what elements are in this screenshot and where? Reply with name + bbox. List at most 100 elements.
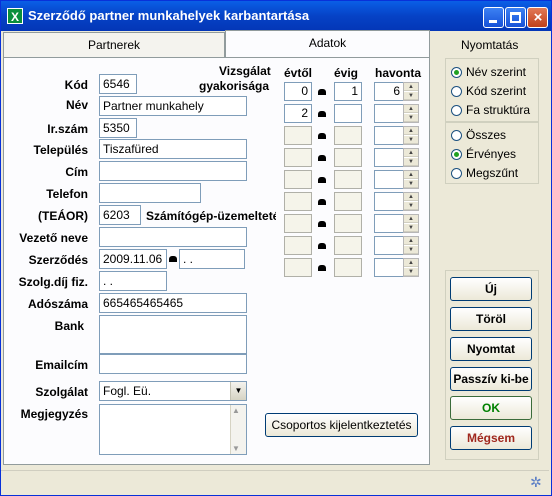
ok-button[interactable]: OK bbox=[450, 396, 532, 420]
spin-up-icon[interactable]: ▲ bbox=[404, 193, 418, 201]
adoszam-label: Adószáma bbox=[27, 297, 88, 311]
evtol-field[interactable] bbox=[284, 236, 312, 255]
havonta-field[interactable] bbox=[374, 126, 404, 145]
bank-field[interactable] bbox=[99, 315, 247, 354]
megjegyzes-scrollbar[interactable]: ▲ ▼ bbox=[230, 405, 246, 454]
evtol-field[interactable] bbox=[284, 148, 312, 167]
evig-field[interactable] bbox=[334, 170, 362, 189]
evig-field[interactable] bbox=[334, 148, 362, 167]
spin-down-icon[interactable]: ▼ bbox=[404, 246, 418, 254]
evig-field[interactable] bbox=[334, 236, 362, 255]
telefon-field[interactable] bbox=[99, 183, 201, 203]
vizsgalat-title-1: Vizsgálat bbox=[219, 64, 271, 78]
cim-label: Cím bbox=[65, 165, 88, 179]
havonta-field[interactable] bbox=[374, 258, 404, 277]
chevron-down-icon[interactable]: ▼ bbox=[230, 382, 246, 400]
radio-label: Név szerint bbox=[466, 65, 527, 79]
scroll-up-icon[interactable]: ▲ bbox=[232, 406, 240, 415]
szolgdij-field[interactable]: . . bbox=[99, 271, 167, 291]
havonta-spinner[interactable]: ▲ ▼ bbox=[403, 82, 419, 101]
evtol-field[interactable] bbox=[284, 170, 312, 189]
spin-up-icon[interactable]: ▲ bbox=[404, 215, 418, 223]
app-icon: X bbox=[7, 8, 23, 24]
telepules-field[interactable]: Tiszafüred bbox=[99, 139, 247, 159]
cancel-button[interactable]: Mégsem bbox=[450, 426, 532, 450]
havonta-field[interactable] bbox=[374, 104, 404, 123]
havonta-spinner[interactable]: ▲ ▼ bbox=[403, 214, 419, 233]
minimize-button[interactable] bbox=[483, 7, 504, 28]
adoszam-field[interactable]: 665465465465 bbox=[99, 293, 247, 313]
szolgalat-select[interactable]: Fogl. Eü. ▼ bbox=[99, 381, 247, 401]
spin-down-icon[interactable]: ▼ bbox=[404, 180, 418, 188]
kod-field[interactable]: 6546 bbox=[99, 74, 137, 94]
evtol-field[interactable] bbox=[284, 192, 312, 211]
radio-dot bbox=[451, 67, 462, 78]
havonta-spinner[interactable]: ▲ ▼ bbox=[403, 126, 419, 145]
spin-down-icon[interactable]: ▼ bbox=[404, 92, 418, 100]
passive-toggle-button[interactable]: Passzív ki-be bbox=[450, 367, 532, 391]
havonta-field[interactable] bbox=[374, 148, 404, 167]
title-bar[interactable]: X Szerződő partner munkahelyek karbantar… bbox=[1, 1, 551, 31]
szolgdij-label: Szolg.díj fiz. bbox=[18, 275, 88, 289]
havonta-field[interactable] bbox=[374, 192, 404, 211]
cim-field[interactable] bbox=[99, 161, 247, 181]
szerzodes-label: Szerződés bbox=[28, 253, 88, 267]
spin-up-icon[interactable]: ▲ bbox=[404, 237, 418, 245]
havonta-spinner[interactable]: ▲ ▼ bbox=[403, 192, 419, 211]
evig-field[interactable] bbox=[334, 104, 362, 123]
maximize-button[interactable] bbox=[505, 7, 526, 28]
csoportos-kijelentkeztetes-button[interactable]: Csoportos kijelentkeztetés bbox=[265, 413, 418, 437]
nev-field[interactable]: Partner munkahely bbox=[99, 96, 247, 116]
evtol-field[interactable]: 0 bbox=[284, 82, 312, 101]
email-field[interactable] bbox=[99, 354, 247, 374]
delete-button[interactable]: Töröl bbox=[450, 307, 532, 331]
col-evig: évig bbox=[334, 66, 359, 80]
havonta-field[interactable]: 6 bbox=[374, 82, 404, 101]
szerzodes-to-field[interactable]: . . bbox=[179, 249, 245, 269]
range-dash bbox=[318, 221, 326, 227]
spin-up-icon[interactable]: ▲ bbox=[404, 127, 418, 135]
spin-down-icon[interactable]: ▼ bbox=[404, 202, 418, 210]
radio-label: Fa struktúra bbox=[466, 103, 531, 117]
havonta-field[interactable] bbox=[374, 236, 404, 255]
havonta-spinner[interactable]: ▲ ▼ bbox=[403, 104, 419, 123]
irszam-field[interactable]: 5350 bbox=[99, 118, 137, 138]
spin-up-icon[interactable]: ▲ bbox=[404, 105, 418, 113]
evtol-field[interactable] bbox=[284, 126, 312, 145]
havonta-spinner[interactable]: ▲ ▼ bbox=[403, 258, 419, 277]
evig-field[interactable] bbox=[334, 258, 362, 277]
spin-down-icon[interactable]: ▼ bbox=[404, 268, 418, 276]
evig-field[interactable] bbox=[334, 214, 362, 233]
print-button[interactable]: Nyomtat bbox=[450, 337, 532, 361]
spin-down-icon[interactable]: ▼ bbox=[404, 158, 418, 166]
resize-grip-icon[interactable]: ✲ bbox=[530, 475, 544, 489]
spin-up-icon[interactable]: ▲ bbox=[404, 149, 418, 157]
evtol-field[interactable]: 2 bbox=[284, 104, 312, 123]
havonta-spinner[interactable]: ▲ ▼ bbox=[403, 236, 419, 255]
havonta-spinner[interactable]: ▲ ▼ bbox=[403, 148, 419, 167]
szerzodes-from-field[interactable]: 2009.11.06 bbox=[99, 249, 167, 269]
tab-partnerek[interactable]: Partnerek bbox=[3, 32, 225, 57]
nev-label: Név bbox=[65, 98, 88, 112]
havonta-field[interactable] bbox=[374, 214, 404, 233]
scroll-down-icon[interactable]: ▼ bbox=[232, 444, 240, 453]
spin-up-icon[interactable]: ▲ bbox=[404, 83, 418, 91]
havonta-spinner[interactable]: ▲ ▼ bbox=[403, 170, 419, 189]
tab-adatok[interactable]: Adatok bbox=[225, 30, 430, 58]
evig-field[interactable] bbox=[334, 192, 362, 211]
teaor-code-field[interactable]: 6203 bbox=[99, 205, 141, 225]
evig-field[interactable] bbox=[334, 126, 362, 145]
spin-down-icon[interactable]: ▼ bbox=[404, 114, 418, 122]
havonta-field[interactable] bbox=[374, 170, 404, 189]
close-button[interactable]: × bbox=[527, 7, 548, 28]
evtol-field[interactable] bbox=[284, 214, 312, 233]
spin-up-icon[interactable]: ▲ bbox=[404, 171, 418, 179]
vezeto-field[interactable] bbox=[99, 227, 247, 247]
megjegyzes-field[interactable] bbox=[99, 404, 247, 455]
spin-up-icon[interactable]: ▲ bbox=[404, 259, 418, 267]
evtol-field[interactable] bbox=[284, 258, 312, 277]
new-button[interactable]: Új bbox=[450, 277, 532, 301]
evig-field[interactable]: 1 bbox=[334, 82, 362, 101]
spin-down-icon[interactable]: ▼ bbox=[404, 224, 418, 232]
spin-down-icon[interactable]: ▼ bbox=[404, 136, 418, 144]
